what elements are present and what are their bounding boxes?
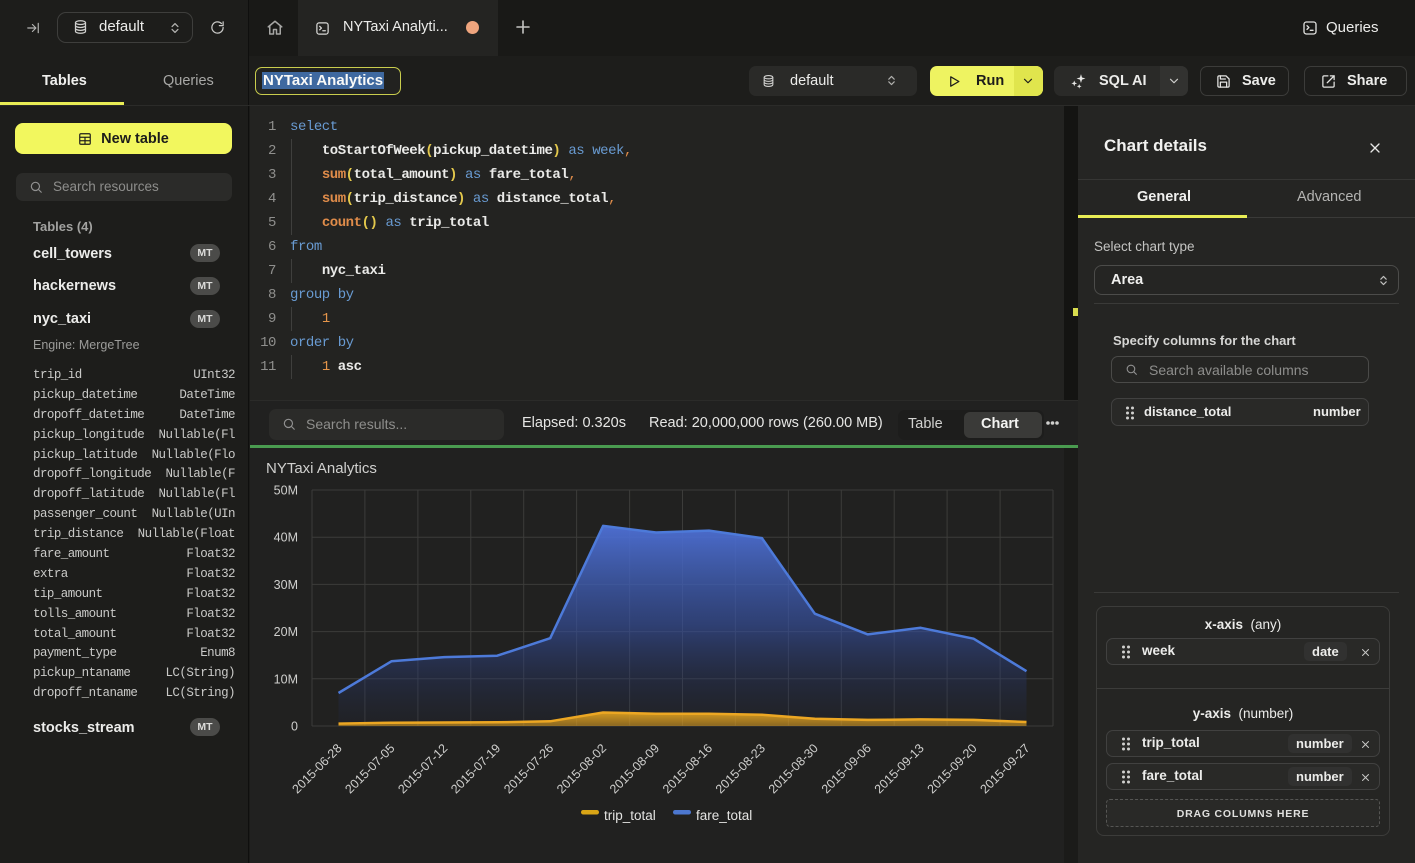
svg-text:2015-07-12: 2015-07-12 [395,741,450,796]
svg-text:2015-08-09: 2015-08-09 [607,741,662,796]
svg-text:0: 0 [291,720,298,734]
svg-text:fare_total: fare_total [696,808,752,823]
svg-text:20M: 20M [274,625,298,639]
svg-text:2015-08-16: 2015-08-16 [660,741,715,796]
svg-text:2015-07-26: 2015-07-26 [501,741,556,796]
svg-text:2015-09-13: 2015-09-13 [872,741,927,796]
svg-text:2015-08-02: 2015-08-02 [554,741,609,796]
svg-text:2015-09-27: 2015-09-27 [978,741,1033,796]
svg-text:10M: 10M [274,672,298,686]
svg-text:2015-09-06: 2015-09-06 [819,741,874,796]
svg-text:2015-07-19: 2015-07-19 [448,741,503,796]
svg-text:trip_total: trip_total [604,808,656,823]
svg-text:2015-08-23: 2015-08-23 [713,741,768,796]
svg-text:50M: 50M [274,484,298,498]
svg-text:2015-06-28: 2015-06-28 [290,741,345,796]
svg-text:2015-07-05: 2015-07-05 [342,741,397,796]
svg-text:30M: 30M [274,578,298,592]
svg-text:40M: 40M [274,531,298,545]
svg-text:2015-08-30: 2015-08-30 [766,741,821,796]
svg-text:2015-09-20: 2015-09-20 [925,741,980,796]
